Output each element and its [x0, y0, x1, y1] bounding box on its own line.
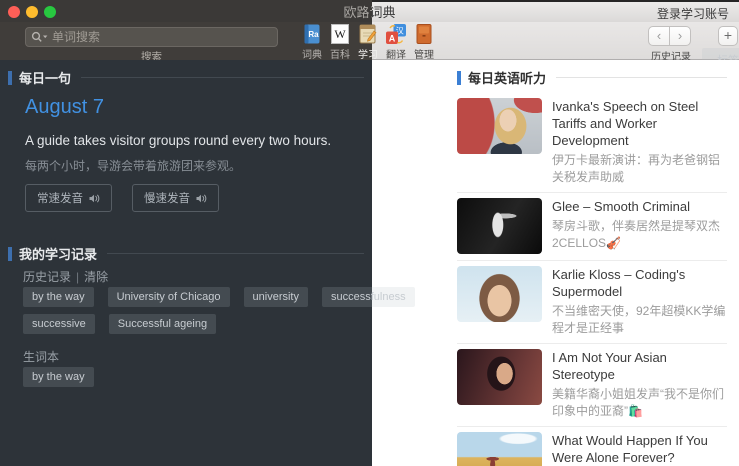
- list-item[interactable]: What Would Happen If You Were Alone Fore…: [457, 427, 727, 466]
- history-tag[interactable]: university: [244, 287, 308, 307]
- svg-text:W: W: [334, 27, 346, 41]
- login-account-link[interactable]: 登录学习账号: [657, 2, 729, 24]
- daily-sentence-translation: 每两个小时，导游会带着旅游团来参观。: [25, 157, 241, 174]
- item-text: Ivanka's Speech on Steel Tariffs and Wor…: [552, 98, 727, 186]
- back-button[interactable]: ‹: [648, 26, 670, 46]
- history-tag-list: by the way University of Chicago univers…: [23, 287, 463, 334]
- history-nav-group: ‹ ›: [648, 26, 691, 46]
- item-text: Karlie Kloss – Coding's Supermodel 不当维密天…: [552, 266, 727, 337]
- minimize-window-button[interactable]: [26, 6, 38, 18]
- history-record-label: 历史记录: [23, 270, 71, 284]
- toolbar-item-manage[interactable]: 管理: [410, 23, 438, 61]
- history-tag[interactable]: Successful ageing: [109, 314, 216, 334]
- section-accent-bar: [457, 71, 461, 85]
- item-thumbnail: [457, 432, 542, 466]
- history-tag[interactable]: successive: [23, 314, 95, 334]
- section-title: 每日一句: [19, 68, 71, 87]
- search-box: [25, 27, 278, 47]
- item-title: Ivanka's Speech on Steel Tariffs and Wor…: [552, 98, 727, 149]
- section-title: 每日英语听力: [468, 68, 546, 87]
- list-item[interactable]: Karlie Kloss – Coding's Supermodel 不当维密天…: [457, 261, 727, 344]
- wordbook-tag[interactable]: by the way: [23, 367, 94, 387]
- list-item[interactable]: Glee – Smooth Criminal 琴房斗歌，伴奏居然是提琴双杰2CE…: [457, 193, 727, 261]
- toolbar-item-label: 学习: [354, 46, 382, 61]
- item-title: Glee – Smooth Criminal: [552, 198, 727, 215]
- item-text: I Am Not Your Asian Stereotype 美籍华裔小姐姐发声…: [552, 349, 727, 420]
- content-area: 每日一句 August 7 A guide takes visitor grou…: [0, 60, 739, 466]
- app-window: 欧路词典 欧路词典 登录学习账号 搜索 Ra 词典: [0, 0, 739, 466]
- daily-sentence-text: A guide takes visitor groups round every…: [25, 133, 331, 148]
- study-panel: 每日一句 August 7 A guide takes visitor grou…: [0, 60, 372, 466]
- svg-text:Ra: Ra: [308, 30, 319, 39]
- listening-list: Ivanka's Speech on Steel Tariffs and Wor…: [457, 93, 727, 466]
- item-subtitle: 不当维密天使，92年超模KK学编程才是正经事: [552, 303, 727, 337]
- zoom-window-button[interactable]: [44, 6, 56, 18]
- history-tag[interactable]: University of Chicago: [108, 287, 230, 307]
- wordbook-tag-list: by the way: [23, 367, 463, 387]
- section-accent-bar: [8, 247, 12, 261]
- item-subtitle: 美籍华裔小姐姐发声“我不是你们印象中的亚裔”🛍️: [552, 386, 727, 420]
- item-title: I Am Not Your Asian Stereotype: [552, 349, 727, 383]
- toolbar-item-label: 翻译: [382, 46, 410, 61]
- search-icon: [31, 31, 49, 43]
- normal-speed-label: 常速发音: [37, 190, 83, 206]
- normal-speed-button[interactable]: 常速发音: [25, 184, 112, 212]
- item-thumbnail: [457, 349, 542, 405]
- daily-listening-panel: 每日英语听力 Ivanka's Speech on Steel Tariffs …: [457, 68, 727, 466]
- list-item[interactable]: I Am Not Your Asian Stereotype 美籍华裔小姐姐发声…: [457, 344, 727, 427]
- manage-cabinet-icon: [413, 23, 435, 45]
- section-rule: [81, 77, 364, 78]
- item-title: Karlie Kloss – Coding's Supermodel: [552, 266, 727, 300]
- item-subtitle: 琴房斗歌，伴奏居然是提琴双杰2CELLOS🎻: [552, 218, 727, 252]
- item-subtitle: 伊万卡最新演讲：再为老爸钢铝关税发声助威: [552, 152, 727, 186]
- daily-date: August 7: [25, 96, 104, 119]
- item-thumbnail: [457, 198, 542, 254]
- wikipedia-icon: W: [329, 23, 351, 45]
- toolbar-item-study[interactable]: 学习: [354, 23, 382, 61]
- history-tag[interactable]: successfulness: [322, 287, 415, 307]
- titlebar: 欧路词典 欧路词典 登录学习账号: [0, 0, 739, 22]
- toolbar-item-wiki[interactable]: W 百科: [326, 23, 354, 61]
- toolbar-item-label: 词典: [298, 46, 326, 61]
- section-rule: [556, 77, 727, 78]
- clear-history-button[interactable]: 清除: [84, 270, 108, 284]
- study-notepad-icon: [357, 23, 379, 45]
- daily-sentence-header: 每日一句: [8, 68, 364, 87]
- dictionary-icon: Ra: [301, 23, 323, 45]
- toolbar-item-dictionary[interactable]: Ra 词典: [298, 23, 326, 61]
- forward-button[interactable]: ›: [669, 26, 691, 46]
- history-record-row: 历史记录 | 清除: [23, 268, 108, 285]
- item-thumbnail: [457, 266, 542, 322]
- close-window-button[interactable]: [8, 6, 20, 18]
- speaker-icon: [89, 193, 100, 204]
- section-accent-bar: [8, 71, 12, 85]
- add-tag-button[interactable]: +: [718, 26, 738, 46]
- slow-speed-button[interactable]: 慢速发音: [132, 184, 219, 212]
- translate-icon: 汉 A: [385, 23, 407, 45]
- study-record-header: 我的学习记录: [8, 244, 364, 263]
- section-title: 我的学习记录: [19, 244, 97, 263]
- list-item[interactable]: Ivanka's Speech on Steel Tariffs and Wor…: [457, 93, 727, 193]
- toolbar: 搜索 Ra 词典 W 百科 学习: [0, 22, 739, 60]
- history-tag[interactable]: by the way: [23, 287, 94, 307]
- svg-text:A: A: [389, 34, 396, 44]
- listening-header: 每日英语听力: [457, 68, 727, 87]
- section-rule: [107, 253, 364, 254]
- toolbar-item-label: 管理: [410, 46, 438, 61]
- toolbar-item-translate[interactable]: 汉 A 翻译: [382, 23, 410, 61]
- toolbar-item-label: 百科: [326, 46, 354, 61]
- item-title: What Would Happen If You Were Alone Fore…: [552, 432, 727, 466]
- slow-speed-label: 慢速发音: [144, 190, 190, 206]
- pronounce-buttons: 常速发音 慢速发音: [25, 184, 219, 212]
- wordbook-label: 生词本: [23, 348, 59, 365]
- search-input[interactable]: [25, 27, 278, 47]
- label-divider: |: [76, 270, 79, 284]
- item-thumbnail: [457, 98, 542, 154]
- speaker-icon: [196, 193, 207, 204]
- item-text: Glee – Smooth Criminal 琴房斗歌，伴奏居然是提琴双杰2CE…: [552, 198, 727, 252]
- item-text: What Would Happen If You Were Alone Fore…: [552, 432, 727, 466]
